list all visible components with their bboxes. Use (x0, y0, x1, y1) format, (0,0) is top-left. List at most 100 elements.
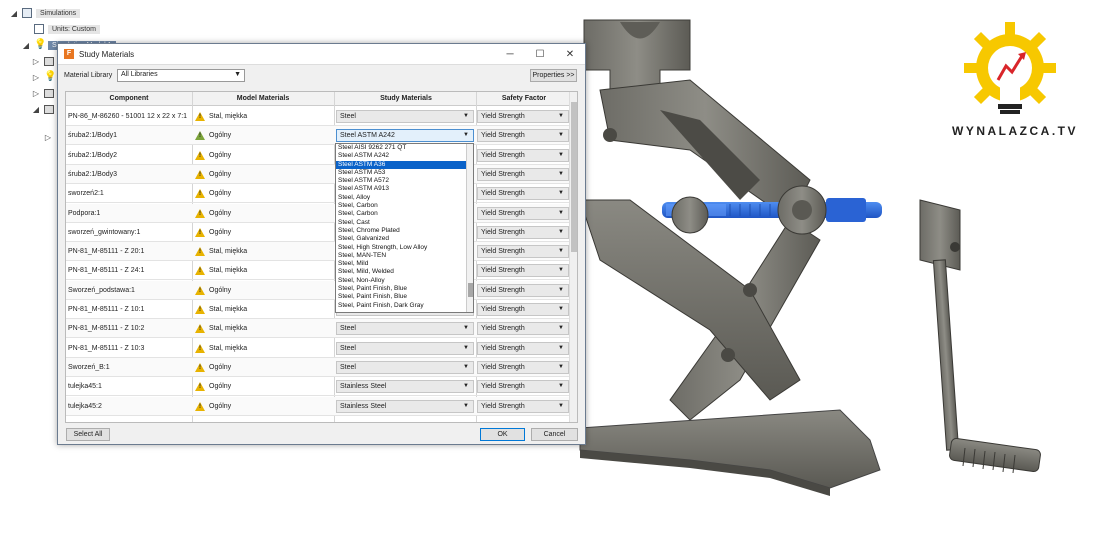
safety-factor-select[interactable]: Yield Strength ▼ (477, 360, 569, 374)
dropdown-option[interactable]: Steel, MAN-TEN (336, 252, 473, 260)
study-material-select[interactable]: Steel ▼ (336, 322, 474, 336)
safety-factor-select[interactable]: Yield Strength ▼ (477, 341, 569, 355)
model-material-cell: Ogólny (193, 223, 333, 242)
safety-factor-select[interactable]: Yield Strength ▼ (477, 206, 569, 220)
dropdown-option[interactable]: Steel AISI 9262 271 QT (336, 144, 473, 152)
table-row[interactable]: Sworzeń_B:1 Ogólny Steel ▼ Yield Strength ▼ (66, 357, 571, 377)
safety-factor-select[interactable]: Yield Strength ▼ (477, 322, 569, 336)
safety-factor-select[interactable]: Yield Strength ▼ (477, 187, 569, 201)
select-all-button[interactable]: Select All (66, 428, 110, 441)
maximize-button[interactable]: ☐ (525, 44, 555, 65)
dropdown-option[interactable]: Steel, High Strength, Low Alloy (336, 244, 473, 252)
safety-factor-select[interactable]: Yield Strength ▼ (477, 148, 569, 162)
safety-factor-cell: Yield Strength ▼ (477, 107, 569, 126)
study-material-select[interactable]: Steel ▼ (336, 360, 474, 374)
dropdown-option[interactable]: Steel ASTM A572 (336, 177, 473, 185)
study-material-select[interactable]: Steel ▼ (336, 110, 474, 123)
study-material-value: Steel (340, 113, 356, 120)
dropdown-option[interactable]: Steel, Paint Finish, Blue (336, 293, 473, 301)
table-row[interactable]: śruba2:1/Body3 Ogólny ▼Yield Strength ▼ (66, 164, 571, 184)
dropdown-option[interactable]: Steel ASTM A53 (336, 169, 473, 177)
safety-factor-select[interactable]: Yield Strength ▼ (477, 245, 569, 259)
dropdown-option[interactable]: Steel ASTM A242 (336, 152, 473, 160)
tree-node-child-1[interactable]: ▷ (32, 54, 54, 68)
tree-node-child-3[interactable]: ▷ (32, 86, 54, 100)
expand-icon[interactable]: ▷ (32, 57, 40, 66)
safety-factor-select[interactable]: Yield Strength ▼ (477, 225, 569, 239)
dropdown-option[interactable]: Steel, Mild, Welded (336, 268, 473, 276)
minimize-button[interactable]: ─ (495, 44, 525, 65)
properties-button[interactable]: Properties >> (530, 69, 577, 82)
table-row[interactable]: śruba2:1/Body2 Ogólny ▼Yield Strength ▼ (66, 146, 571, 165)
table-scrollbar[interactable] (569, 92, 577, 422)
dropdown-option[interactable]: Steel ASTM A36 (336, 160, 473, 169)
model-material-label: Ogólny (209, 132, 232, 140)
safety-factor-select[interactable]: Yield Strength ▼ (477, 283, 569, 297)
dialog-titlebar[interactable]: F Study Materials ─ ☐ ✕ (58, 44, 585, 65)
table-row[interactable]: Sworzeń_podstawa:1 Ogólny ▼Yield Strength ▼ (66, 280, 571, 300)
dropdown-option[interactable]: Steel, Cast (336, 219, 473, 227)
collapse-icon[interactable]: ◢ (32, 105, 40, 114)
column-header-component[interactable]: Component (66, 95, 192, 102)
study-material-select[interactable]: Stainless Steel ▼ (336, 380, 474, 394)
dropdown-option[interactable]: Steel ASTM A913 (336, 185, 473, 193)
tree-node-child-2[interactable]: ▷ 💡 (32, 70, 57, 84)
column-header-study-materials[interactable]: Study Materials (336, 95, 476, 102)
lightbulb-icon[interactable]: 💡 (44, 72, 56, 82)
collapse-icon[interactable]: ◢ (10, 9, 18, 18)
collapse-icon[interactable]: ◢ (22, 41, 30, 50)
dropdown-option[interactable]: Steel, Carbon (336, 210, 473, 218)
dropdown-option[interactable]: Steel, Paint Finish, Dark Gray (336, 302, 473, 310)
table-row[interactable]: PN-81_M-85111 - Z 20:1Stal, miękka▼Yield… (66, 242, 571, 262)
table-row[interactable]: PN-81_M-85111 - Z 10:2 Stal, miękka Steel ▼… (66, 319, 571, 339)
safety-factor-select[interactable]: Yield Strength ▼ (477, 303, 569, 316)
table-row[interactable]: śruba2:1/Body1OgólnySteel ASTM A242▼Yiel… (66, 126, 571, 146)
tree-node-child-4[interactable]: ◢ (32, 102, 54, 116)
column-header-model-materials[interactable]: Model Materials (193, 95, 333, 102)
model-material-label: Stal, miękka (209, 113, 248, 120)
safety-factor-select[interactable]: Yield Strength ▼ (477, 264, 569, 278)
lightbulb-icon[interactable]: 💡 (34, 40, 46, 50)
dropdown-scrollbar[interactable] (466, 144, 473, 312)
table-row[interactable]: PN-86_M-86260 - 51001 12 x 22 x 7:1 Stal,… (66, 107, 571, 126)
scrollbar-thumb[interactable] (468, 283, 473, 297)
table-row[interactable]: Podpora:1 Ogólny ▼Yield Strength ▼ (66, 203, 571, 223)
safety-factor-select[interactable]: Yield Strength ▼ (477, 129, 569, 143)
expand-icon[interactable]: ▷ (32, 73, 40, 82)
tree-node-units[interactable]: Units: Custom (34, 22, 100, 36)
dropdown-option[interactable]: Steel, Non-Alloy (336, 277, 473, 285)
dropdown-option[interactable]: Steel, Galvanized (336, 235, 473, 243)
table-row[interactable]: PN-81_M-85111 - Z 10:1Stal, miękka▼Yield… (66, 300, 571, 319)
table-row[interactable]: PN-81_M-85111 - Z 24:1Stal, miękka▼Yield… (66, 261, 571, 281)
table-row[interactable]: PN-81_M-85111 - Z 10:3 Stal, miękka Steel ▼… (66, 339, 571, 358)
tree-node-simulations[interactable]: ◢ Simulations (10, 6, 81, 20)
study-material-select[interactable]: Steel ASTM A242 ▼ (336, 129, 474, 143)
ok-button[interactable]: OK (480, 428, 525, 441)
dropdown-option[interactable]: Steel, Paint Finish, Blue (336, 285, 473, 293)
expand-icon[interactable]: ▷ (44, 133, 52, 142)
table-row[interactable]: sworzeń_gwintowany:1Ogólny▼Yield Strengt… (66, 223, 571, 242)
dropdown-option[interactable]: Steel, Alloy (336, 194, 473, 202)
scrollbar-thumb[interactable] (571, 102, 577, 252)
column-header-safety-factor[interactable]: Safety Factor (477, 95, 571, 102)
study-material-select[interactable]: Steel ▼ (336, 341, 474, 355)
tree-node-child-5[interactable]: ▷ (44, 130, 52, 144)
crank-handle[interactable] (932, 259, 1041, 474)
table-row[interactable]: sworzeń2:1 Ogólny ▼Yield Strength ▼ (66, 184, 571, 204)
study-material-select[interactable]: Stainless Steel ▼ (336, 399, 474, 413)
cancel-button[interactable]: Cancel (531, 428, 578, 441)
safety-factor-select[interactable]: Yield Strength ▼ (477, 380, 569, 394)
dropdown-option[interactable]: Steel, Carbon (336, 202, 473, 210)
table-row[interactable]: tulejka45:1OgólnyStainless Steel▼Yield S… (66, 377, 571, 397)
safety-factor-select[interactable]: Yield Strength ▼ (477, 110, 569, 123)
dropdown-option[interactable]: Steel, Mild (336, 260, 473, 268)
component-cell: PN-81_M-85111 - Z 10:2 (68, 325, 145, 333)
safety-factor-select[interactable]: Yield Strength ▼ (477, 167, 569, 181)
study-material-dropdown-list[interactable]: Steel AISI 9262 271 QT Steel ASTM A242 Ste… (335, 143, 474, 313)
table-row[interactable]: tulejka45:2OgólnyStainless Steel▼Yield S… (66, 396, 571, 416)
expand-icon[interactable]: ▷ (32, 89, 40, 98)
material-library-select[interactable]: All Libraries ▼ (117, 69, 245, 82)
dropdown-option[interactable]: Steel, Chrome Plated (336, 227, 473, 235)
close-button[interactable]: ✕ (555, 44, 585, 65)
safety-factor-select[interactable]: Yield Strength ▼ (477, 399, 569, 413)
